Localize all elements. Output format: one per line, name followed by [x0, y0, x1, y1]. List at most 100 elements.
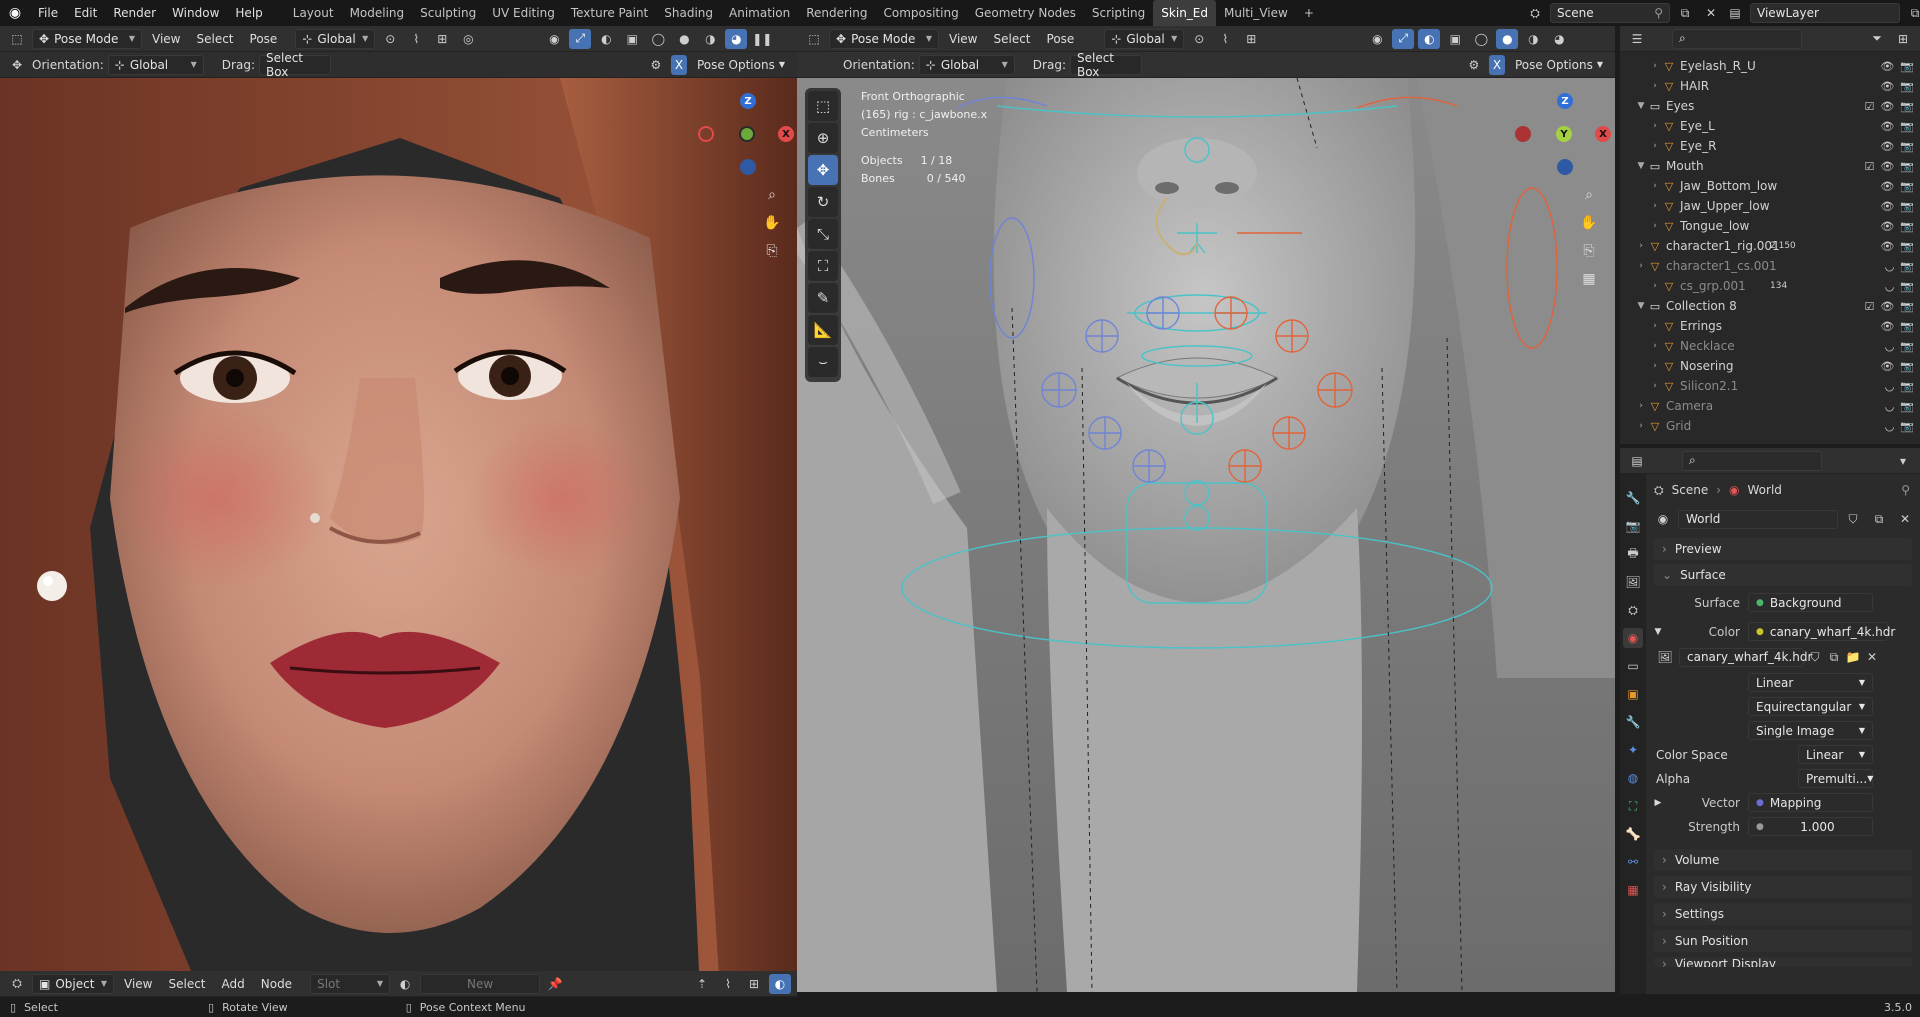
gizmo-neg-x-axis[interactable] — [698, 126, 714, 142]
snap-icon[interactable]: ⌇ — [717, 974, 739, 994]
delete-scene-icon[interactable]: ✕ — [1700, 3, 1722, 23]
tab-sculpting[interactable]: Sculpting — [412, 0, 484, 26]
strength-field[interactable]: ● 1.000 — [1748, 817, 1873, 836]
tab-scripting[interactable]: Scripting — [1084, 0, 1153, 26]
orientation-dropdown[interactable]: ⊹ Global ▼ — [107, 54, 204, 75]
outliner-row[interactable]: ▼ ▭ Mouth ☑ 👁 📷 — [1620, 156, 1920, 176]
new-material-button[interactable]: New — [420, 973, 541, 994]
pin-icon[interactable]: ⚲ — [1654, 6, 1663, 20]
eye-icon[interactable]: 👁 — [1880, 300, 1894, 313]
expand-arrow-icon[interactable]: ▼ — [1634, 301, 1648, 311]
fake-user-icon[interactable]: ⛉ — [1842, 509, 1864, 529]
move-tool-icon[interactable]: ✥ — [808, 155, 838, 185]
menu-pose[interactable]: Pose — [244, 29, 284, 49]
wireframe-shading-icon[interactable]: ◯ — [1470, 29, 1492, 49]
particles-tab-icon[interactable]: ✦ — [1623, 740, 1643, 760]
tool-tab-icon[interactable]: 🔧 — [1623, 488, 1643, 508]
options-icon[interactable]: ▾ — [1892, 451, 1914, 471]
select-box-tool-icon[interactable]: ⬚ — [808, 91, 838, 121]
material-shading-icon[interactable]: ◑ — [1522, 29, 1544, 49]
outliner-row[interactable]: › ▽ HAIR 👁 📷 — [1620, 76, 1920, 96]
visibility-icon[interactable]: ◉ — [1366, 29, 1388, 49]
outliner-row[interactable]: › ▽ Eye_R 👁 📷 — [1620, 136, 1920, 156]
rendered-shading-icon[interactable]: ◕ — [725, 28, 748, 49]
outliner-row[interactable]: › ▽ cs_grp.001 134 ◡ 📷 — [1620, 276, 1920, 296]
menu-edit[interactable]: Edit — [66, 0, 105, 26]
render-camera-icon[interactable]: 📷 — [1900, 240, 1914, 253]
tool-icon[interactable]: ⚙ — [1463, 55, 1485, 75]
collapse-arrow-icon[interactable]: › — [1648, 121, 1662, 131]
gizmo-toggle-icon[interactable]: ⤢ — [1392, 28, 1415, 49]
visibility-icon[interactable]: ◉ — [543, 29, 565, 49]
pivot-icon[interactable]: ⊙ — [1188, 29, 1210, 49]
render-camera-icon[interactable]: 📷 — [1900, 200, 1914, 213]
render-camera-icon[interactable]: 📷 — [1900, 160, 1914, 173]
collapse-arrow-icon[interactable]: › — [1648, 221, 1662, 231]
x-mirror-toggle[interactable]: X — [670, 54, 687, 75]
collapse-arrow-icon[interactable]: › — [1648, 201, 1662, 211]
interpolation-dropdown[interactable]: Linear ▼ — [1748, 673, 1873, 692]
tab-rendering[interactable]: Rendering — [798, 0, 875, 26]
shader-type-dropdown[interactable]: ▣ Object ▼ — [32, 973, 114, 994]
menu-select[interactable]: Select — [162, 974, 211, 994]
menu-window[interactable]: Window — [164, 0, 227, 26]
render-camera-icon[interactable]: 📷 — [1900, 180, 1914, 193]
xray-icon[interactable]: ▣ — [621, 29, 643, 49]
collapse-arrow-icon[interactable]: › — [1648, 61, 1662, 71]
orientation-dropdown[interactable]: ⊹ Global ▼ — [918, 54, 1015, 75]
expand-arrow-icon[interactable]: ▼ — [1634, 161, 1648, 171]
world-browse-icon[interactable]: ◉ — [1652, 509, 1674, 529]
add-workspace-button[interactable]: + — [1296, 0, 1322, 26]
snap-target-icon[interactable]: ⊞ — [431, 29, 453, 49]
surface-shader-field[interactable]: ● Background — [1748, 593, 1873, 612]
render-camera-icon[interactable]: 📷 — [1900, 60, 1914, 73]
collection-tab-icon[interactable]: ▭ — [1623, 656, 1643, 676]
menu-select[interactable]: Select — [987, 29, 1036, 49]
overlay-toggle-icon[interactable]: ◐ — [1418, 28, 1441, 49]
wireframe-shading-icon[interactable]: ◯ — [647, 29, 669, 49]
outliner-row[interactable]: ▼ ▭ Collection 8 ☑ 👁 📷 — [1620, 296, 1920, 316]
outliner-row[interactable]: › ▽ Eyelash_R_U 👁 📷 — [1620, 56, 1920, 76]
pin-icon[interactable]: 📌 — [544, 974, 566, 994]
transform-tool-icon[interactable]: ⛶ — [808, 251, 838, 281]
eye-icon[interactable]: 👁 — [1880, 200, 1894, 213]
collapse-arrow-icon[interactable]: › — [1634, 261, 1648, 271]
tab-geometry-nodes[interactable]: Geometry Nodes — [967, 0, 1084, 26]
outliner-row[interactable]: › ▽ character1_cs.001 ◡ 📷 — [1620, 256, 1920, 276]
editor-type-icon[interactable]: ⬚ — [803, 29, 825, 49]
tool-icon[interactable]: ⚙ — [645, 55, 667, 75]
tab-skin-ed[interactable]: Skin_Ed — [1153, 0, 1217, 26]
gizmo-x-axis[interactable]: X — [1595, 126, 1611, 142]
duplicate-icon[interactable]: ⧉ — [1868, 509, 1890, 529]
proportional-icon[interactable]: ◎ — [457, 29, 479, 49]
outliner-row[interactable]: › ▽ Silicon2.1 ◡ 📷 — [1620, 376, 1920, 396]
new-collection-icon[interactable]: ⊞ — [1892, 29, 1914, 49]
gizmo-neg-z-axis[interactable] — [1557, 159, 1573, 175]
gizmo-x-axis[interactable]: X — [778, 126, 794, 142]
collapse-arrow-icon[interactable]: › — [1648, 81, 1662, 91]
scene-icon[interactable]: ⛭ — [1524, 3, 1546, 23]
menu-help[interactable]: Help — [227, 0, 270, 26]
left-viewport[interactable]: ⬚ ✥ Pose Mode ▼ View Select Pose ⊹ Global ▼ … — [0, 26, 797, 992]
menu-node[interactable]: Node — [255, 974, 298, 994]
zoom-icon[interactable]: ⌕ — [1577, 183, 1601, 207]
material-shading-icon[interactable]: ◑ — [699, 29, 721, 49]
pause-icon[interactable]: ❚❚ — [751, 29, 773, 49]
eye-icon[interactable]: 👁 — [1880, 140, 1894, 153]
tab-modeling[interactable]: Modeling — [342, 0, 413, 26]
outliner-row[interactable]: › ▽ Eye_L 👁 📷 — [1620, 116, 1920, 136]
rendered-view[interactable]: Z X ⌕ ✋ ⎘ — [0, 78, 797, 992]
vector-input-field[interactable]: ● Mapping — [1748, 793, 1873, 812]
pose-options-dropdown[interactable]: Pose Options ▼ — [1509, 55, 1609, 75]
tab-animation[interactable]: Animation — [721, 0, 798, 26]
editor-type-icon[interactable]: ⬚ — [6, 29, 28, 49]
render-camera-icon[interactable]: 📷 — [1900, 140, 1914, 153]
filter-icon[interactable]: ⏷ — [1866, 29, 1888, 49]
transform-orientation-dropdown[interactable]: ⊹ Global ▼ — [295, 28, 376, 49]
pivot-icon[interactable]: ⊙ — [379, 29, 401, 49]
collapse-arrow-icon[interactable]: › — [1648, 141, 1662, 151]
eye-icon[interactable]: 👁 — [1880, 320, 1894, 333]
menu-render[interactable]: Render — [105, 0, 164, 26]
properties-search-input[interactable]: ⌕ — [1682, 450, 1822, 471]
render-camera-icon[interactable]: 📷 — [1900, 300, 1914, 313]
